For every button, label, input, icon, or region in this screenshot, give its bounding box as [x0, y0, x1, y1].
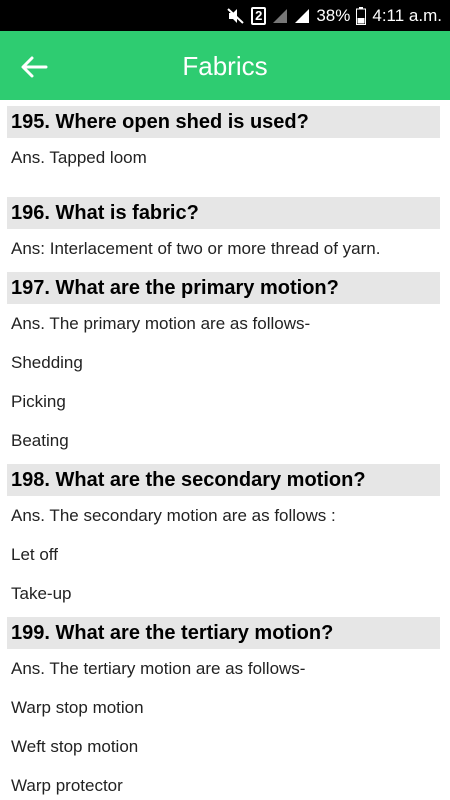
app-bar: Fabrics: [0, 31, 450, 100]
question-title: 199. What are the tertiary motion?: [7, 617, 440, 649]
page-title: Fabrics: [182, 51, 268, 81]
qa-item: 198. What are the secondary motion? Ans.…: [0, 464, 450, 613]
answer-line: Ans. The secondary motion are as follows…: [11, 506, 336, 525]
qa-item: 197. What are the primary motion? Ans. T…: [0, 272, 450, 460]
status-bar: 2 38% 4:11 a.m.: [0, 0, 450, 31]
answer-line: Ans. Tapped loom: [11, 148, 147, 167]
qa-item: 195. Where open shed is used? Ans. Tappe…: [0, 106, 450, 177]
answer-line: Take-up: [11, 584, 72, 603]
sim-icon: 2: [251, 6, 267, 25]
answer-line: Weft stop motion: [11, 737, 139, 756]
answer-line: Warp protector: [11, 776, 123, 795]
clock: 4:11 a.m.: [372, 5, 442, 25]
answer-line: Warp stop motion: [11, 698, 144, 717]
signal-weak-icon: [272, 8, 288, 24]
answer-line: Picking: [11, 392, 66, 411]
signal-icon: [294, 8, 310, 24]
answer-line: Ans. The primary motion are as follows-: [11, 314, 311, 333]
answer-line: Shedding: [11, 353, 83, 372]
battery-icon: [356, 6, 367, 25]
sim-label: 2: [251, 6, 267, 25]
qa-item: 199. What are the tertiary motion? Ans. …: [0, 617, 450, 800]
question-title: 198. What are the secondary motion?: [7, 464, 440, 496]
answer-line: Let off: [11, 545, 58, 564]
qa-list[interactable]: 195. Where open shed is used? Ans. Tappe…: [0, 100, 450, 800]
mute-icon: [227, 7, 245, 24]
answer-line: Ans: Interlacement of two or more thread…: [11, 239, 381, 258]
answer-line: Ans. The tertiary motion are as follows-: [11, 659, 306, 678]
question-title: 197. What are the primary motion?: [7, 272, 440, 304]
question-title: 196. What is fabric?: [7, 197, 440, 229]
question-title: 195. Where open shed is used?: [7, 106, 440, 138]
answer-line: Beating: [11, 431, 69, 450]
battery-percent: 38%: [316, 5, 351, 25]
qa-item: 196. What is fabric? Ans: Interlacement …: [0, 197, 450, 268]
